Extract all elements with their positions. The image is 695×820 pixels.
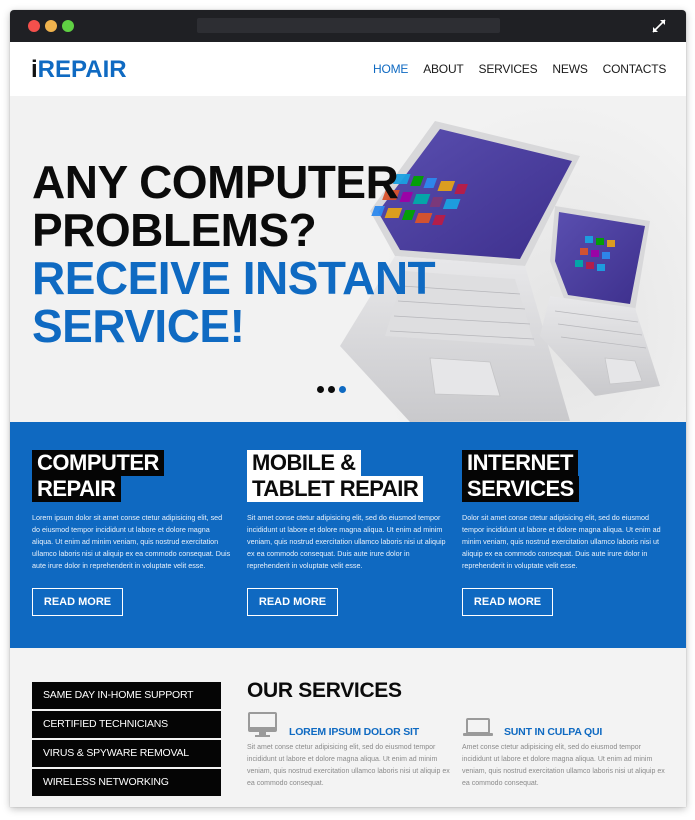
feature-description: Lorem ipsum dolor sit amet conse ctetur … xyxy=(32,513,231,570)
address-bar[interactable] xyxy=(197,18,500,33)
nav-services[interactable]: SERVICES xyxy=(479,62,538,76)
site-header: iREPAIR HOME ABOUT SERVICES NEWS CONTACT… xyxy=(10,42,686,96)
service-item: LOREM IPSUM DOLOR SIT Sit amet conse cte… xyxy=(247,712,457,790)
benefit-item[interactable]: SAME DAY IN-HOME SUPPORT xyxy=(32,682,221,709)
feature-title: MOBILE & TABLET REPAIR xyxy=(247,450,447,502)
site-logo[interactable]: iREPAIR xyxy=(31,56,127,84)
benefit-item[interactable]: VIRUS & SPYWARE REMOVAL xyxy=(32,740,221,767)
maximize-window-button[interactable] xyxy=(62,20,74,32)
our-services-heading: OUR SERVICES xyxy=(247,679,402,702)
nav-news[interactable]: NEWS xyxy=(552,62,587,76)
slider-pagination xyxy=(317,386,346,393)
browser-window: iREPAIR HOME ABOUT SERVICES NEWS CONTACT… xyxy=(10,10,686,807)
feature-description: Sit amet conse ctetur adipisicing elit, … xyxy=(247,513,446,570)
service-item: SUNT IN CULPA QUI Amet conse ctetur adip… xyxy=(462,712,672,790)
close-window-button[interactable] xyxy=(28,20,40,32)
read-more-button[interactable]: READ MORE xyxy=(32,588,123,616)
headline-line-4: SERVICE! xyxy=(32,300,245,352)
service-title[interactable]: LOREM IPSUM DOLOR SIT xyxy=(289,726,419,738)
features-section: COMPUTER REPAIR Lorem ipsum dolor sit am… xyxy=(10,422,686,648)
feature-description: Dolor sit amet conse ctetur adipisicing … xyxy=(462,513,661,570)
slider-dot-3[interactable] xyxy=(339,386,346,393)
minimize-window-button[interactable] xyxy=(45,20,57,32)
benefits-list: SAME DAY IN-HOME SUPPORT CERTIFIED TECHN… xyxy=(32,682,221,798)
expand-arrows-icon[interactable] xyxy=(650,17,668,35)
service-description: Amet conse ctetur adipisicing elit, sed … xyxy=(462,744,665,787)
headline-line-2: PROBLEMS? xyxy=(32,204,317,256)
feature-title: INTERNET SERVICES xyxy=(462,450,662,502)
main-nav: HOME ABOUT SERVICES NEWS CONTACTS xyxy=(373,62,681,76)
service-description: Sit amet conse ctetur adipisicing elit, … xyxy=(247,744,450,787)
feature-title: COMPUTER REPAIR xyxy=(32,450,232,502)
benefit-item[interactable]: WIRELESS NETWORKING xyxy=(32,769,221,796)
slider-dot-2[interactable] xyxy=(328,386,335,393)
feature-computer-repair: COMPUTER REPAIR Lorem ipsum dolor sit am… xyxy=(32,450,232,616)
feature-internet-services: INTERNET SERVICES Dolor sit amet conse c… xyxy=(462,450,662,616)
read-more-button[interactable]: READ MORE xyxy=(462,588,553,616)
nav-home[interactable]: HOME xyxy=(373,62,408,76)
desktop-monitor-icon xyxy=(248,712,277,737)
headline-line-1: ANY COMPUTER xyxy=(32,156,399,208)
services-section: SAME DAY IN-HOME SUPPORT CERTIFIED TECHN… xyxy=(10,648,686,807)
read-more-button[interactable]: READ MORE xyxy=(247,588,338,616)
feature-mobile-tablet-repair: MOBILE & TABLET REPAIR Sit amet conse ct… xyxy=(247,450,447,616)
service-title[interactable]: SUNT IN CULPA QUI xyxy=(504,726,602,738)
nav-contacts[interactable]: CONTACTS xyxy=(603,62,667,76)
hero-slider: ANY COMPUTER PROBLEMS? RECEIVE INSTANT S… xyxy=(10,96,686,422)
laptop-icon xyxy=(463,718,493,736)
nav-about[interactable]: ABOUT xyxy=(423,62,464,76)
browser-titlebar xyxy=(10,10,686,42)
slider-dot-1[interactable] xyxy=(317,386,324,393)
headline-line-3: RECEIVE INSTANT xyxy=(32,252,436,304)
hero-headline: ANY COMPUTER PROBLEMS? RECEIVE INSTANT S… xyxy=(32,156,436,352)
benefit-item[interactable]: CERTIFIED TECHNICIANS xyxy=(32,711,221,738)
